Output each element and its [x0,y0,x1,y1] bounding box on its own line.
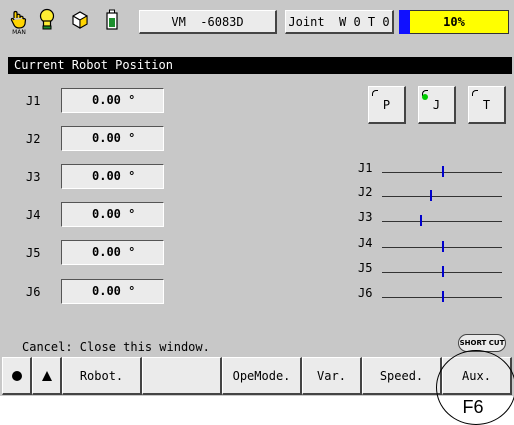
mode-button-j[interactable]: J [418,86,456,124]
speed-bar-fill [399,10,410,34]
joint-label-j6: J6 [26,285,41,299]
joint-label-j2: J2 [26,132,41,146]
bar-label-j1: J1 [358,161,373,175]
bar-label-j3: J3 [358,210,373,224]
joint-value-j3: 0.00 ° [61,164,164,189]
bar-label-j6: J6 [358,286,373,300]
circle-icon [11,370,22,381]
bar-marker-j2 [430,190,432,201]
status-message: Cancel: Close this window. [22,340,210,354]
joint-label-j3: J3 [26,170,41,184]
speed-value: 10% [443,15,465,29]
f2-button[interactable] [142,357,222,395]
f4-var-button[interactable]: Var. [302,357,362,395]
bar-marker-j4 [442,241,444,252]
bar-label-j2: J2 [358,185,373,199]
up-button[interactable] [32,357,62,395]
bar-label-j5: J5 [358,261,373,275]
joint-label-j1: J1 [26,94,41,108]
joint-value-j1: 0.00 ° [61,88,164,113]
speed-indicator[interactable]: 10% [399,10,509,34]
bar-marker-j1 [442,166,444,177]
bar-track-j2 [382,196,502,197]
f3-opemode-button[interactable]: OpeMode. [222,357,302,395]
joint-value-j4: 0.00 ° [61,202,164,227]
record-button[interactable] [2,357,32,395]
hand-icon[interactable]: MAN [5,8,33,38]
joint-value-j2: 0.00 ° [61,126,164,151]
bar-marker-j6 [442,291,444,302]
joint-value-j6: 0.00 ° [61,279,164,304]
man-label: MAN [12,29,26,36]
f6-annotation: F6 [462,397,484,417]
coordinate-system-box[interactable]: Joint W 0 T 0 [285,10,394,34]
joint-label-j4: J4 [26,208,41,222]
bulb-icon[interactable] [33,8,61,38]
f1-robot-button[interactable]: Robot. [62,357,142,395]
f5-speed-button[interactable]: Speed. [362,357,442,395]
active-mode-led [422,94,428,100]
box-icon[interactable] [66,8,94,38]
mode-button-t[interactable]: T [468,86,506,124]
mode-button-p[interactable]: P [368,86,406,124]
joint-value-j5: 0.00 ° [61,240,164,265]
bar-label-j4: J4 [358,236,373,250]
bar-marker-j3 [420,215,422,226]
triangle-up-icon [41,370,52,381]
joint-label-j5: J5 [26,246,41,260]
shortcut-button[interactable]: SHORT CUT [458,334,506,352]
panel-title: Current Robot Position [8,57,512,74]
bar-track-j3 [382,221,502,222]
program-name-box[interactable]: VM -6083D [139,10,277,34]
bar-marker-j5 [442,266,444,277]
battery-icon[interactable] [98,8,126,38]
